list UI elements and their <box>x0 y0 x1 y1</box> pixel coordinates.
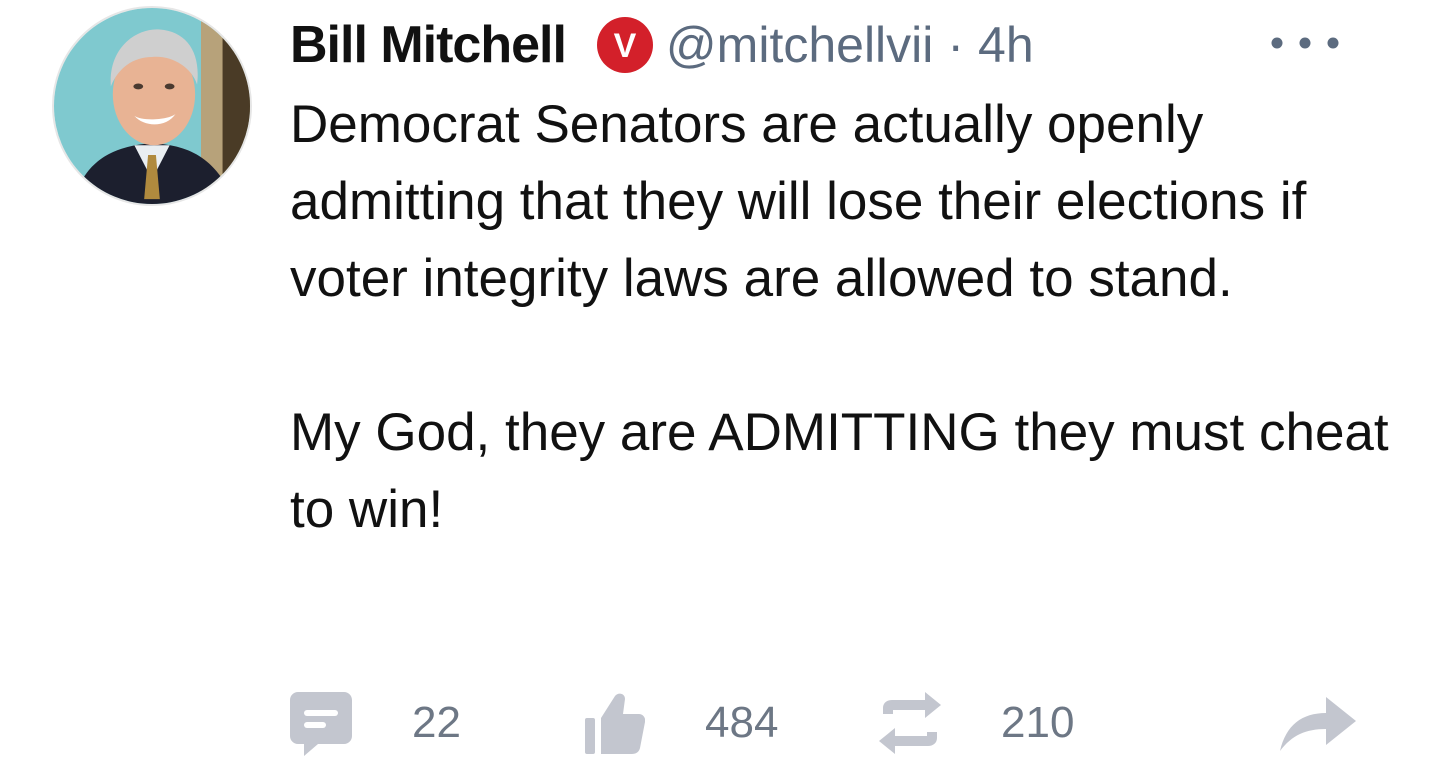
share-button[interactable] <box>1280 690 1356 756</box>
tweet-paragraph: Democrat Senators are actually openly ad… <box>290 95 1307 308</box>
thumbs-up-icon <box>585 692 645 754</box>
like-button[interactable]: 484 <box>585 690 778 756</box>
tweet-actions: 22 484 210 <box>0 690 1440 759</box>
share-arrow-icon <box>1280 695 1356 751</box>
retweet-count: 210 <box>1001 698 1075 747</box>
header-separator: · <box>947 17 965 73</box>
verified-badge-icon: V <box>596 16 654 74</box>
reply-button[interactable]: 22 <box>290 690 461 756</box>
badge-letter: V <box>614 27 637 65</box>
profile-photo <box>54 8 250 204</box>
user-handle[interactable]: @mitchellvii <box>666 16 933 74</box>
reply-count: 22 <box>412 698 461 747</box>
avatar[interactable] <box>52 6 252 206</box>
like-count: 484 <box>705 698 779 747</box>
comment-icon <box>290 690 352 756</box>
tweet-text: Democrat Senators are actually openly ad… <box>290 86 1400 548</box>
display-name[interactable]: Bill Mitchell <box>290 15 567 75</box>
tweet-paragraph: My God, they are ADMITTING they must che… <box>290 403 1389 539</box>
retweet-icon <box>875 692 945 754</box>
tweet-header: Bill Mitchell V @mitchellvii · 4h <box>290 10 1350 80</box>
retweet-button[interactable]: 210 <box>875 690 1074 756</box>
tweet-timestamp[interactable]: 4h <box>978 16 1034 74</box>
more-options-icon[interactable] <box>1270 36 1340 50</box>
